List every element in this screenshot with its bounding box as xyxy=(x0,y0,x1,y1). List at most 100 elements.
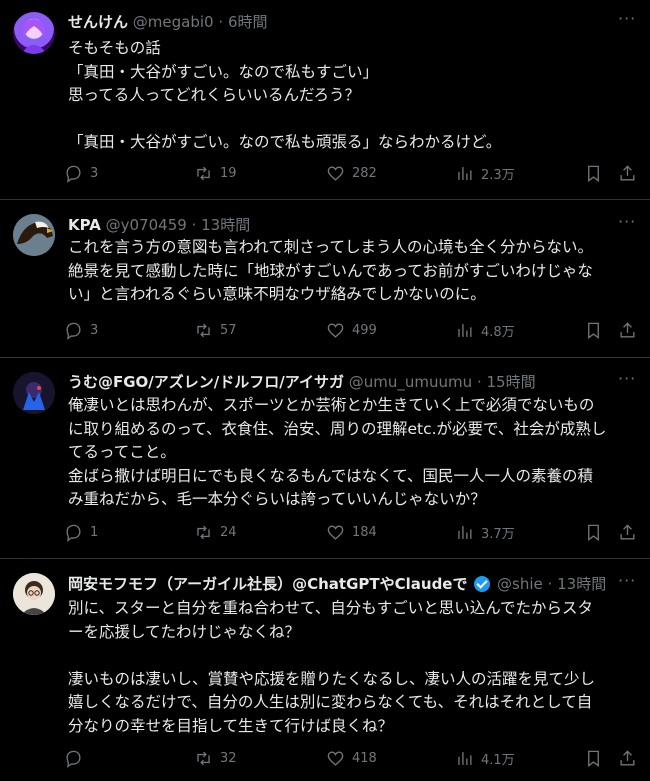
share-icon xyxy=(620,165,635,181)
more-icon[interactable]: ··· xyxy=(618,214,636,235)
like-button[interactable]: 282 xyxy=(326,164,377,183)
timestamp[interactable]: 6時間 xyxy=(228,13,268,31)
user-handle[interactable]: @y070459 xyxy=(106,216,187,234)
display-name[interactable]: うむ@FGO/アズレン/ドルフロ/アイサガ xyxy=(68,373,344,391)
tweet-actions: 3 19 282 2.3万 xyxy=(64,164,636,186)
tweet[interactable]: せんけん @megabi0 · 6時間 ··· そもそもの話 「真田・大谷がすご… xyxy=(0,0,650,200)
view-count: 2.3万 xyxy=(481,168,515,183)
share-icon xyxy=(620,750,635,766)
share-icon xyxy=(620,524,635,540)
like-button[interactable]: 184 xyxy=(326,523,377,542)
like-icon xyxy=(327,525,344,540)
user-handle[interactable]: @megabi0 xyxy=(133,13,214,31)
view-count: 3.7万 xyxy=(481,527,515,542)
retweet-count: 19 xyxy=(220,166,237,181)
reply-icon xyxy=(66,750,81,768)
tweet-actions: 1 24 184 3.7万 xyxy=(64,523,636,545)
tweet-text: 俺凄いとは思わんが、スポーツとか芸術とか生きていく上で必須でないもの に取り組め… xyxy=(68,396,607,508)
views-button[interactable]: 4.8万 xyxy=(455,321,515,340)
display-name[interactable]: KPA xyxy=(68,216,101,234)
avatar[interactable] xyxy=(13,372,55,414)
display-name[interactable]: せんけん xyxy=(68,13,128,31)
views-icon xyxy=(458,324,472,337)
bookmark-button[interactable] xyxy=(584,523,603,542)
separator-dot: · xyxy=(191,216,197,234)
reply-button[interactable] xyxy=(64,749,90,768)
display-name[interactable]: 岡安モフモフ（アーガイル社長）@ChatGPTやClaudeで xyxy=(68,575,467,593)
bookmark-icon xyxy=(588,165,599,182)
view-count: 4.1万 xyxy=(481,753,515,768)
share-button[interactable] xyxy=(618,523,637,542)
retweet-button[interactable]: 24 xyxy=(194,523,237,542)
reply-count: 3 xyxy=(90,166,99,181)
tweet-header: 岡安モフモフ（アーガイル社長）@ChatGPTやClaudeで @shie · … xyxy=(68,573,610,595)
like-button[interactable]: 499 xyxy=(326,321,377,340)
reply-button[interactable]: 3 xyxy=(64,321,98,340)
reply-icon xyxy=(66,524,81,542)
tweet-header: KPA @y070459 · 13時間 xyxy=(68,214,610,236)
like-count: 184 xyxy=(352,525,377,540)
tweet[interactable]: 岡安モフモフ（アーガイル社長）@ChatGPTやClaudeで @shie · … xyxy=(0,559,650,781)
retweet-icon xyxy=(197,525,210,540)
retweet-count: 57 xyxy=(220,323,237,338)
share-button[interactable] xyxy=(618,321,637,340)
avatar[interactable] xyxy=(13,214,55,256)
share-icon xyxy=(620,322,635,338)
reply-count: 3 xyxy=(90,323,99,338)
tweet-text: そもそもの話 「真田・大谷がすごい。なので私もすごい」 思ってる人ってどれくらい… xyxy=(68,39,502,151)
retweet-icon xyxy=(197,166,210,181)
avatar[interactable] xyxy=(13,12,55,54)
retweet-count: 24 xyxy=(220,525,237,540)
tweet-header: せんけん @megabi0 · 6時間 xyxy=(68,11,610,33)
views-icon xyxy=(458,526,472,539)
timeline-feed: せんけん @megabi0 · 6時間 ··· そもそもの話 「真田・大谷がすご… xyxy=(0,0,650,781)
retweet-icon xyxy=(197,323,210,338)
user-handle[interactable]: @shie xyxy=(497,575,543,593)
separator-dot: · xyxy=(476,373,482,391)
view-count: 4.8万 xyxy=(481,325,515,340)
like-icon xyxy=(327,323,344,338)
timestamp[interactable]: 13時間 xyxy=(557,575,606,593)
retweet-button[interactable]: 57 xyxy=(194,321,237,340)
tweet[interactable]: KPA @y070459 · 13時間 ··· これを言う方の意図も言われて刺さ… xyxy=(0,200,650,358)
views-button[interactable]: 2.3万 xyxy=(455,164,515,183)
views-button[interactable]: 4.1万 xyxy=(455,749,515,768)
separator-dot: · xyxy=(218,13,224,31)
tweet-text: これを言う方の意図も言われて刺さってしまう人の心境も全く分からない。 絶景を見て… xyxy=(68,238,593,303)
bookmark-button[interactable] xyxy=(584,164,603,183)
reply-button[interactable]: 1 xyxy=(64,523,98,542)
verified-icon xyxy=(474,576,491,592)
more-icon[interactable]: ··· xyxy=(618,11,636,32)
retweet-button[interactable]: 19 xyxy=(194,164,237,183)
tweet-actions: 3 57 499 4.8万 xyxy=(64,321,636,343)
more-icon[interactable]: ··· xyxy=(618,573,636,594)
reply-icon xyxy=(66,165,81,183)
bookmark-button[interactable] xyxy=(584,321,603,340)
share-button[interactable] xyxy=(618,164,637,183)
reply-icon xyxy=(66,322,81,340)
user-handle[interactable]: @umu_umuumu xyxy=(349,373,472,391)
like-count: 499 xyxy=(352,323,377,338)
retweet-button[interactable]: 32 xyxy=(194,749,237,768)
views-icon xyxy=(458,752,472,765)
share-button[interactable] xyxy=(618,749,637,768)
tweet-actions: 32 418 4.1万 xyxy=(64,749,636,771)
bookmark-icon xyxy=(588,750,599,767)
avatar[interactable] xyxy=(13,573,55,615)
tweet-text: 別に、スターと自分を重ね合わせて、自分もすごいと思い込んでたからスタ ーを応援し… xyxy=(68,599,596,735)
separator-dot: · xyxy=(547,575,553,593)
timestamp[interactable]: 15時間 xyxy=(487,373,536,391)
views-icon xyxy=(458,167,472,180)
timestamp[interactable]: 13時間 xyxy=(201,216,250,234)
like-button[interactable]: 418 xyxy=(326,749,377,768)
tweet[interactable]: うむ@FGO/アズレン/ドルフロ/アイサガ @umu_umuumu · 15時間… xyxy=(0,358,650,559)
like-icon xyxy=(327,751,344,766)
views-button[interactable]: 3.7万 xyxy=(455,523,515,542)
bookmark-icon xyxy=(588,524,599,541)
reply-count: 1 xyxy=(90,525,99,540)
retweet-icon xyxy=(197,751,210,766)
like-count: 282 xyxy=(352,166,377,181)
more-icon[interactable]: ··· xyxy=(618,371,636,392)
reply-button[interactable]: 3 xyxy=(64,164,98,183)
bookmark-button[interactable] xyxy=(584,749,603,768)
